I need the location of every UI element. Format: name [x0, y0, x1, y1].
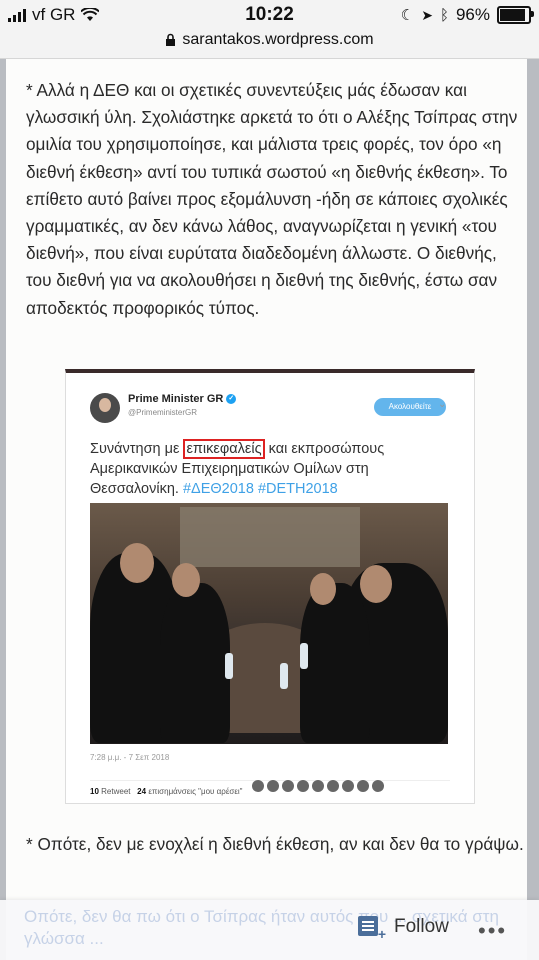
wifi-icon: [81, 8, 100, 21]
status-left: vf GR: [8, 5, 100, 25]
more-options-icon[interactable]: •••: [478, 918, 507, 944]
article-page: * Αλλά η ΔΕΘ και οι σχετικές συνεντεύξει…: [6, 59, 527, 960]
follow-button[interactable]: + Follow: [358, 916, 449, 942]
tweet-header: Prime Minister GR ✓ @PrimeministerGR Ακολ…: [90, 393, 450, 433]
battery-percent: 96%: [455, 5, 490, 24]
chevron-down-icon: ⌄: [438, 399, 447, 410]
embedded-tweet-image[interactable]: Prime Minister GR ✓ @PrimeministerGR Ακολ…: [65, 369, 475, 804]
tweet-timestamp: 7:28 μ.μ. - 7 Σεπ 2018: [90, 753, 170, 762]
highlighted-word: επικεφαλείς: [183, 439, 265, 459]
tweet-handle: @PrimeministerGR: [128, 408, 198, 417]
tweet-follow-button: Ακολουθείτε: [374, 398, 446, 416]
address-bar[interactable]: sarantakos.wordpress.com: [0, 30, 539, 59]
follow-bar: Οπότε, δεν θα πω ότι ο Τσίπρας ήταν αυτό…: [0, 900, 539, 960]
follow-label: Follow: [394, 916, 449, 937]
liker-avatars: [252, 780, 384, 792]
meeting-photo: [90, 503, 448, 744]
bluetooth-icon: ᛒ: [439, 6, 449, 24]
location-icon: ➤: [421, 6, 433, 23]
tweet-account-name: Prime Minister GR ✓: [128, 393, 237, 405]
tweet-hashtags: #ΔΕΘ2018 #DETH2018: [182, 481, 338, 497]
signal-icon: [8, 8, 26, 22]
status-bar: vf GR 10:22 ☾ ➤ ᛒ 96%: [0, 0, 539, 30]
verified-icon: ✓: [226, 394, 237, 405]
battery-icon: [497, 6, 534, 24]
avatar: [90, 393, 120, 423]
carrier-label: vf GR: [32, 5, 76, 24]
lock-icon: [166, 33, 176, 46]
article-paragraph-1: * Αλλά η ΔΕΘ και οι σχετικές συνεντεύξει…: [26, 80, 518, 318]
follow-icon: +: [358, 916, 386, 942]
article-paragraph-2: * Οπότε, δεν με ενοχλεί η διεθνή έκθεση,…: [26, 834, 524, 854]
tweet-text: Συνάντηση με επικεφαλείς και εκπροσώπους…: [90, 439, 385, 497]
page-viewport[interactable]: * Αλλά η ΔΕΘ και οι σχετικές συνεντεύξει…: [0, 59, 539, 960]
moon-icon: ☾: [400, 7, 415, 24]
url-text: sarantakos.wordpress.com: [182, 31, 374, 48]
status-right: ☾ ➤ ᛒ 96%: [400, 5, 534, 25]
